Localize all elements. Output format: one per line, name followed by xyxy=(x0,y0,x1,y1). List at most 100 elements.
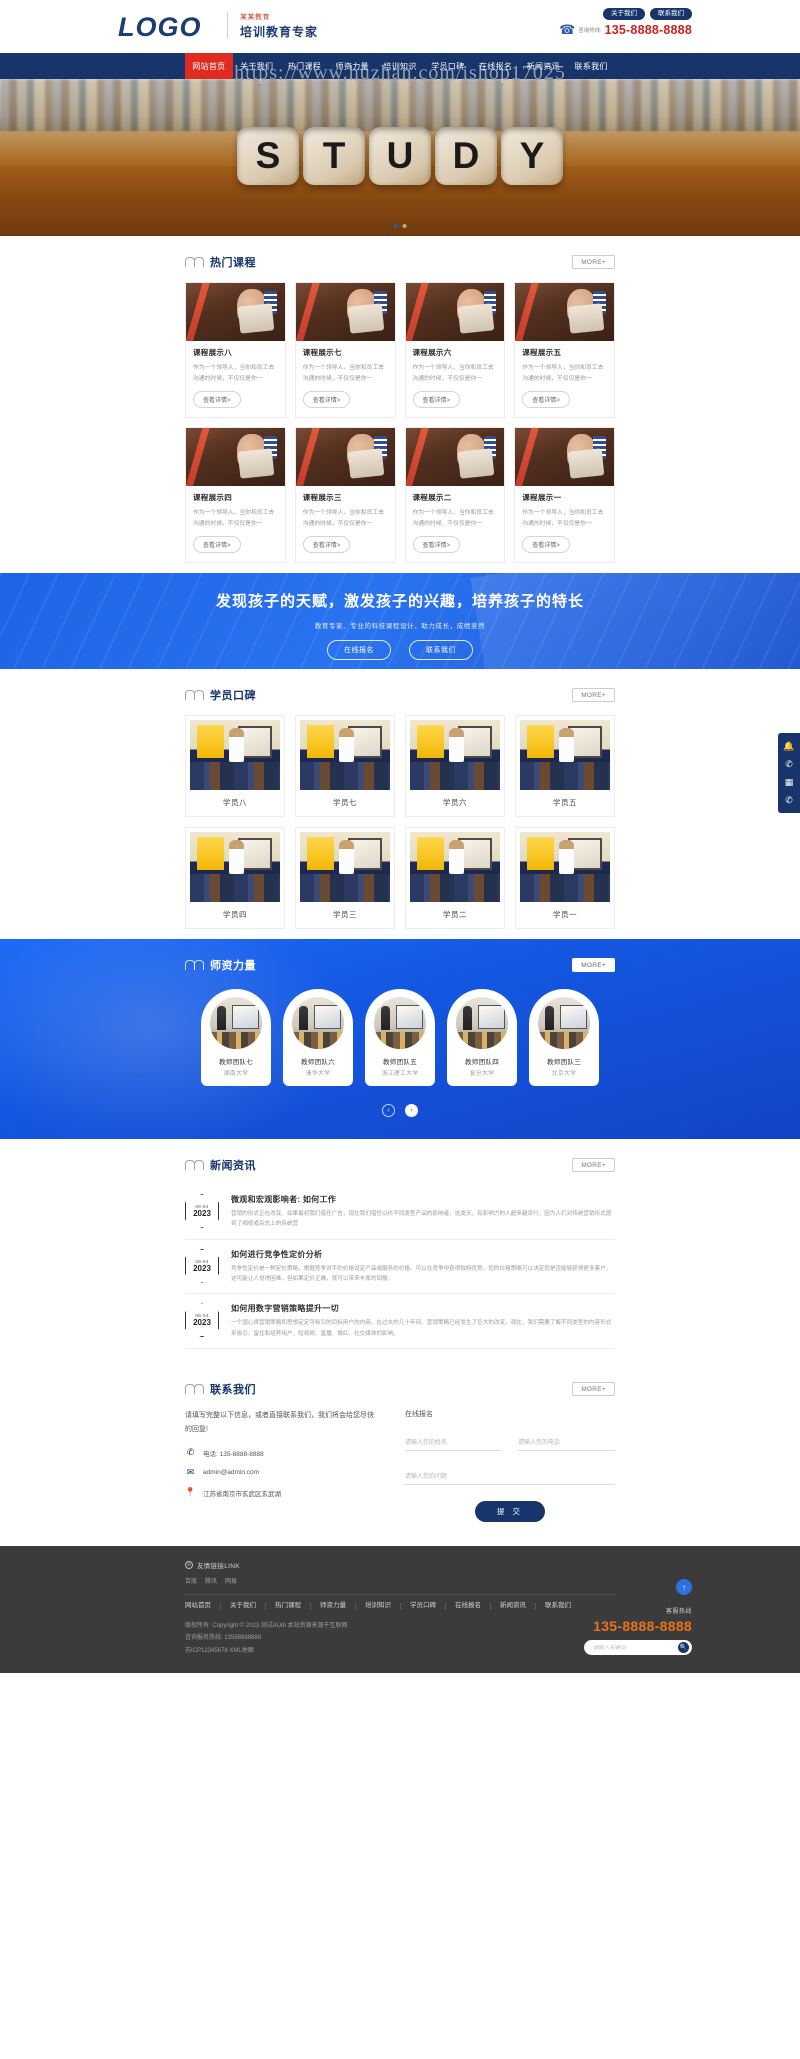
teacher-card[interactable]: 教师团队五 浙江理工大学 xyxy=(365,989,435,1086)
footer-nav-item-9[interactable]: 联系我们 xyxy=(536,1603,580,1610)
header-pill-about[interactable]: 关于我们 xyxy=(603,8,645,20)
cta-contact-button[interactable]: 联系我们 xyxy=(409,640,473,660)
phone-icon[interactable]: ✆ xyxy=(778,755,800,773)
nav-item-2[interactable]: 关于我们 xyxy=(233,53,281,79)
teacher-photo xyxy=(374,997,426,1049)
hero-banner: STUDY xyxy=(0,79,800,236)
footer-nav-item-8[interactable]: 新闻资讯 xyxy=(491,1603,536,1610)
wechat-icon[interactable]: ✆ xyxy=(778,791,800,809)
question-input[interactable] xyxy=(405,1472,615,1486)
footer-nav-item-7[interactable]: 在线报名 xyxy=(446,1603,491,1610)
students-more-button[interactable]: MORE+ xyxy=(572,688,615,702)
friend-link-1[interactable]: 百度 xyxy=(185,1576,197,1585)
student-image xyxy=(190,832,280,902)
friend-links-title: 友情链接LINK xyxy=(197,1563,240,1571)
nav-item-4[interactable]: 师资力量 xyxy=(328,53,376,79)
teachers-more-button[interactable]: MORE+ xyxy=(572,958,615,972)
teachers-header: 师资力量 MORE+ xyxy=(185,957,615,973)
footer-navigation: 网站首页 关于我们 热门课程 师资力量 培训知识 学员口碑 在线报名 新闻资讯 联系我们 xyxy=(185,1603,615,1610)
student-card[interactable]: 学员三 xyxy=(295,827,395,929)
teacher-photo xyxy=(456,997,508,1049)
news-item[interactable]: 06-04 2023 微观和宏观影响者: 如何工作 营销的形式正在改变。如果最初我们借… xyxy=(185,1185,615,1240)
student-card[interactable]: 学员二 xyxy=(405,827,505,929)
student-card[interactable]: 学员七 xyxy=(295,715,395,817)
phone-input[interactable] xyxy=(518,1438,615,1452)
student-card[interactable]: 学员五 xyxy=(515,715,615,817)
teachers-next-button[interactable]: › xyxy=(405,1104,418,1117)
news-date: 06-04 2023 xyxy=(185,1194,219,1228)
qrcode-icon[interactable]: ▦ xyxy=(778,773,800,791)
course-card[interactable]: 课程展示二 作为一个领导人，当你和员工去沟通的时候，不仅仅是你一 查看详情> xyxy=(404,427,506,563)
submit-button[interactable]: 提 交 xyxy=(474,1501,546,1523)
friend-link-3[interactable]: 网易 xyxy=(225,1576,237,1585)
name-input[interactable] xyxy=(405,1438,502,1452)
course-detail-button[interactable]: 查看详情> xyxy=(522,536,570,553)
hero-dot-1[interactable] xyxy=(393,224,398,228)
header-pill-contact[interactable]: 联系我们 xyxy=(650,8,692,20)
course-card[interactable]: 课程展示三 作为一个领导人，当你和员工去沟通的时候，不仅仅是你一 查看详情> xyxy=(294,427,396,563)
nav-item-3[interactable]: 热门课程 xyxy=(281,53,329,79)
teacher-card[interactable]: 教师团队三 北京大学 xyxy=(529,989,599,1086)
course-detail-button[interactable]: 查看详情> xyxy=(522,391,570,408)
footer-nav-item-6[interactable]: 学员口碑 xyxy=(401,1603,446,1610)
student-card[interactable]: 学员六 xyxy=(405,715,505,817)
contact-more-button[interactable]: MORE+ xyxy=(572,1382,615,1397)
footer-nav-item-3[interactable]: 热门课程 xyxy=(266,1603,311,1610)
footer-nav-item-1[interactable]: 网站首页 xyxy=(185,1603,221,1610)
news-item[interactable]: 06-04 2023 如何用数字营销策略提升一切 一个国心境营销策略和思想定定可吸引的… xyxy=(185,1294,615,1350)
news-item[interactable]: 06-04 2023 如何进行竞争性定价分析 竞争性定价是一种定价策略，根据竞争对手的… xyxy=(185,1240,615,1295)
news-more-button[interactable]: MORE+ xyxy=(572,1158,615,1172)
student-name: 学员一 xyxy=(553,910,577,919)
footer-nav-item-4[interactable]: 师资力量 xyxy=(311,1603,356,1610)
student-card[interactable]: 学员八 xyxy=(185,715,285,817)
course-image xyxy=(515,428,614,486)
nav-item-5[interactable]: 培训知识 xyxy=(376,53,424,79)
nav-item-9[interactable]: 联系我们 xyxy=(567,53,615,79)
footer-icp[interactable]: 苏ICP12345678 XML地图 xyxy=(185,1645,615,1658)
footer-search-box[interactable]: 🔍 xyxy=(584,1640,692,1656)
course-detail-button[interactable]: 查看详情> xyxy=(412,391,461,408)
hero-dot-2[interactable] xyxy=(402,224,407,228)
teacher-card[interactable]: 教师团队六 清华大学 xyxy=(283,989,353,1086)
footer-nav-item-5[interactable]: 培训知识 xyxy=(356,1603,401,1610)
link-icon: ⊘ xyxy=(185,1561,193,1570)
course-detail-button[interactable]: 查看详情> xyxy=(193,536,241,553)
news-date-hexagon: 06-04 2023 xyxy=(185,1194,219,1228)
cta-enroll-button[interactable]: 在线报名 xyxy=(327,640,391,660)
footer-nav-item-2[interactable]: 关于我们 xyxy=(221,1603,266,1610)
nav-item-7[interactable]: 在线报名 xyxy=(472,53,520,79)
section-mark-icon xyxy=(185,690,205,700)
brand-sub-slogan: 某某教育 xyxy=(240,14,270,21)
student-card[interactable]: 学员一 xyxy=(515,827,615,929)
contact-section: 联系我们 MORE+ 请填写完整以下信息，或者直接联系我们，我们将会给您尽快的回… xyxy=(185,1359,615,1546)
course-card[interactable]: 课程展示四 作为一个领导人，当你和员工去沟通的时候，不仅仅是你一 查看详情> xyxy=(185,427,286,563)
student-image-kids xyxy=(410,874,500,902)
course-detail-button[interactable]: 查看详情> xyxy=(302,536,351,553)
nav-item-8[interactable]: 新闻资讯 xyxy=(519,53,567,79)
student-image xyxy=(190,720,280,790)
course-detail-button[interactable]: 查看详情> xyxy=(412,536,461,553)
course-desc: 作为一个领导人，当你和员工去沟通的时候，不仅仅是你一 xyxy=(302,510,384,527)
bell-icon[interactable]: 🔔 xyxy=(778,737,800,755)
teacher-card[interactable]: 教师团队七 湖南大学 xyxy=(201,989,271,1086)
teachers-prev-button[interactable]: ‹ xyxy=(382,1104,395,1117)
teacher-card[interactable]: 教师团队四 复旦大学 xyxy=(447,989,517,1086)
course-card[interactable]: 课程展示六 作为一个领导人，当你和员工去沟通的时候，不仅仅是你一 查看详情> xyxy=(404,282,506,418)
friend-link-2[interactable]: 腾讯 xyxy=(205,1576,217,1585)
student-image-kids xyxy=(300,874,390,902)
courses-more-button[interactable]: MORE+ xyxy=(572,255,615,269)
footer-search-input[interactable] xyxy=(593,1644,678,1651)
student-card[interactable]: 学员四 xyxy=(185,827,285,929)
course-card[interactable]: 课程展示一 作为一个领导人，当你和员工去沟通的时候，不仅仅是你一 查看详情> xyxy=(514,427,615,563)
search-icon[interactable]: 🔍 xyxy=(678,1642,689,1654)
course-card[interactable]: 课程展示七 作为一个领导人，当你和员工去沟通的时候，不仅仅是你一 查看详情> xyxy=(294,282,396,418)
course-image-hand xyxy=(237,288,267,325)
course-detail-button[interactable]: 查看详情> xyxy=(193,391,241,408)
teacher-photo-screen xyxy=(477,1005,505,1030)
course-detail-button[interactable]: 查看详情> xyxy=(302,391,351,408)
course-card[interactable]: 课程展示八 作为一个领导人，当你和员工去沟通的时候，不仅仅是你一 查看详情> xyxy=(185,282,286,418)
nav-item-1[interactable]: 网站首页 xyxy=(185,53,233,79)
course-card[interactable]: 课程展示五 作为一个领导人，当你和员工去沟通的时候，不仅仅是你一 查看详情> xyxy=(514,282,615,418)
nav-item-6[interactable]: 学员口碑 xyxy=(424,53,472,79)
site-logo[interactable]: LOGO xyxy=(118,12,202,43)
